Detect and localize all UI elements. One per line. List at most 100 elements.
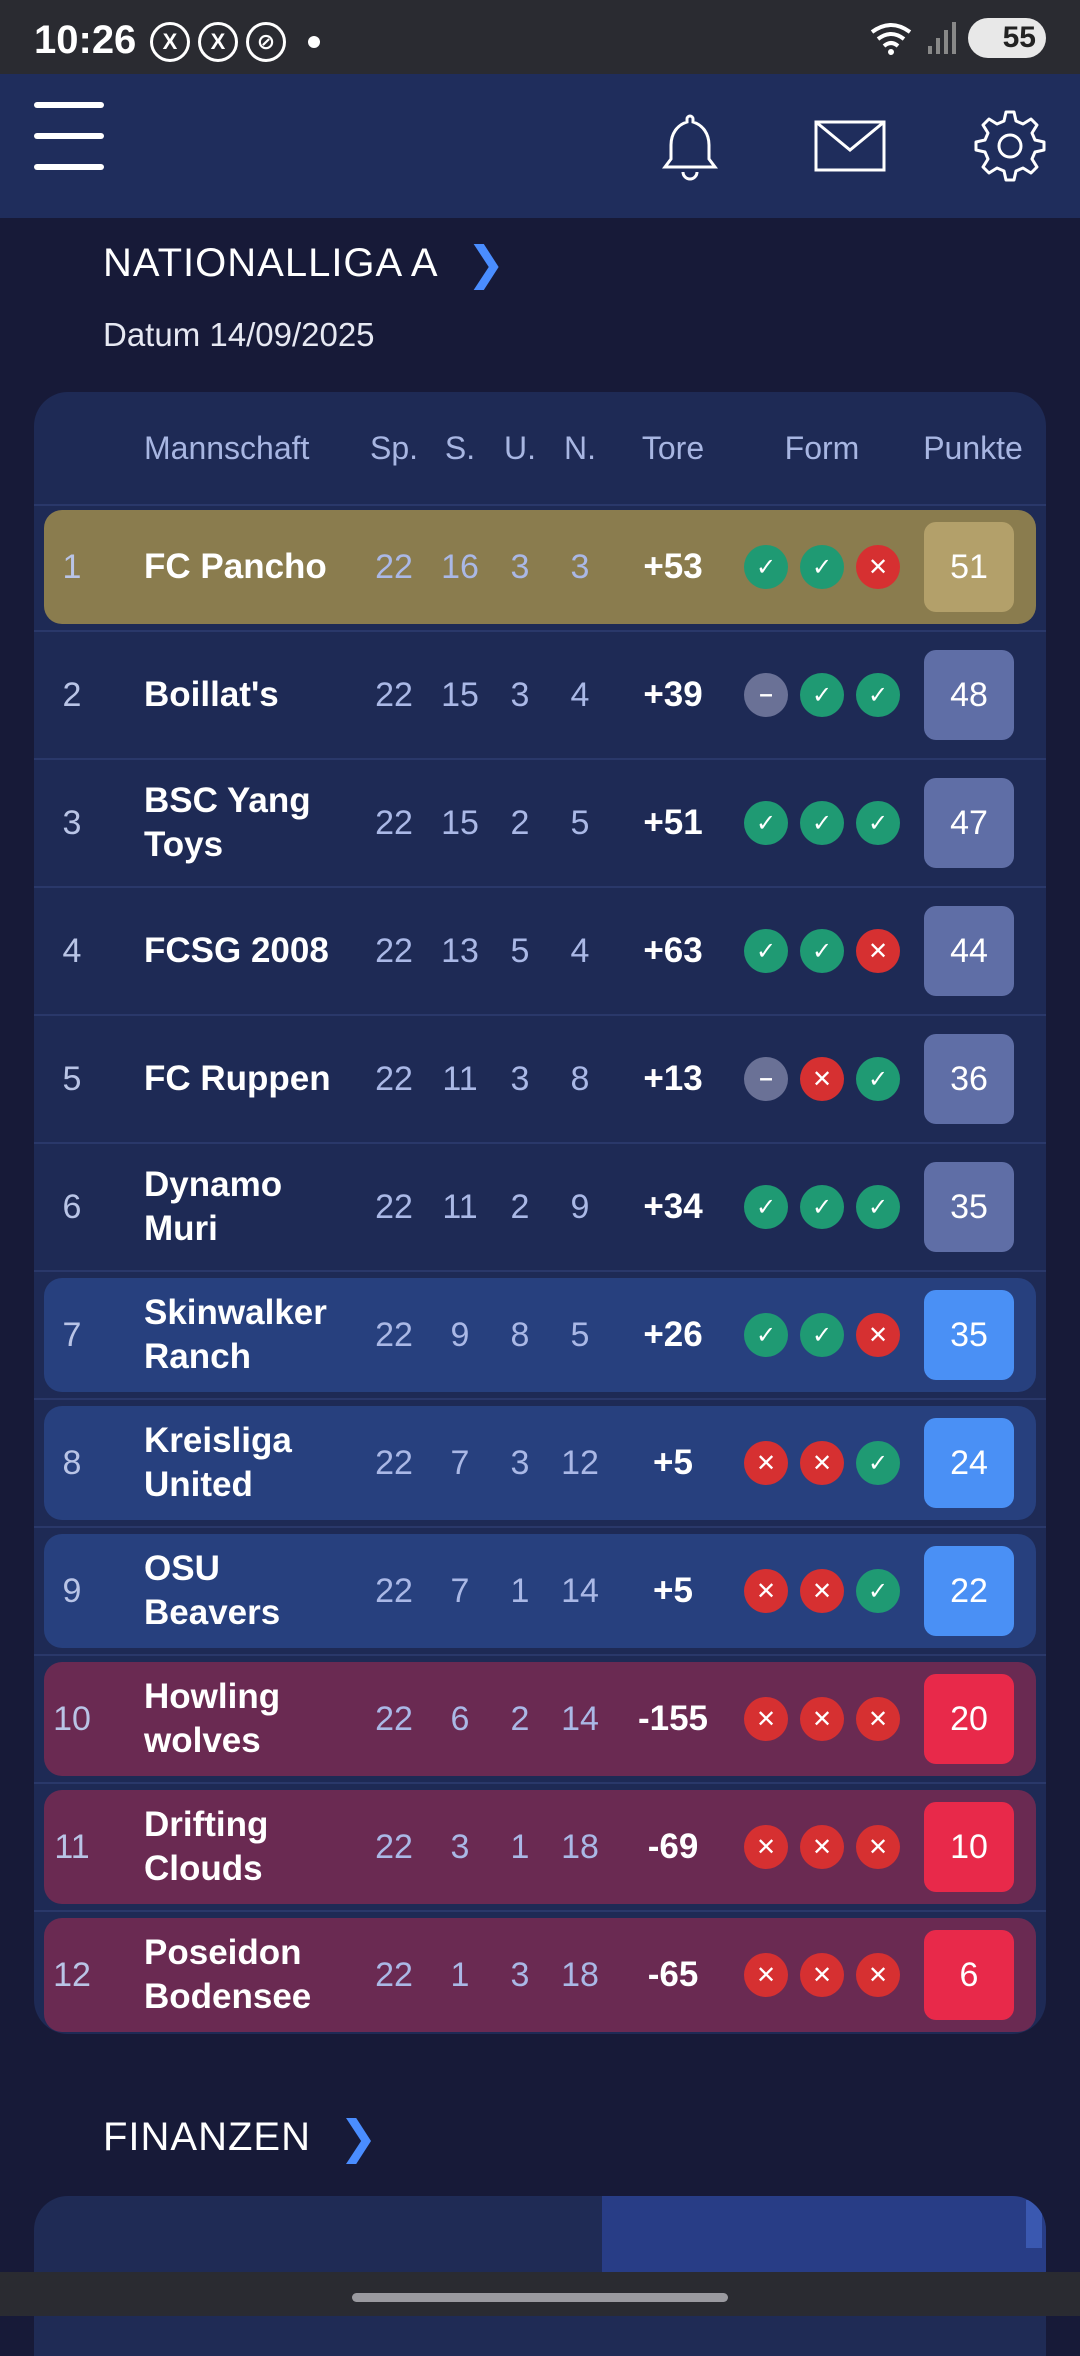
- table-row[interactable]: 7 Skinwalker Ranch 22 9 8 5 +26 ✓ ✓ ✕ 35: [34, 1272, 1046, 1400]
- table-row[interactable]: 10 Howling wolves 22 6 2 14 -155 ✕ ✕ ✕ 20: [34, 1656, 1046, 1784]
- loss-x-icon: ✕: [744, 1697, 788, 1741]
- league-title-link[interactable]: NATIONALLIGA A ❯: [103, 236, 506, 290]
- app-header: [0, 74, 1080, 218]
- games-lost: 9: [570, 1187, 590, 1226]
- games-played: 22: [375, 1315, 413, 1354]
- team-rank: 3: [62, 803, 82, 842]
- loss-x-icon: ✕: [800, 1697, 844, 1741]
- x-app-icon: X: [198, 22, 238, 62]
- form-indicators: ✕ ✕ ✓: [734, 1528, 910, 1654]
- loss-x-icon: ✕: [856, 1697, 900, 1741]
- loss-x-icon: ✕: [856, 1313, 900, 1357]
- games-played: 22: [375, 1827, 413, 1866]
- home-gesture-bar[interactable]: [352, 2293, 728, 2302]
- games-lost: 8: [570, 1059, 590, 1098]
- games-won: 11: [442, 1187, 478, 1226]
- games-drawn: 2: [510, 1187, 530, 1226]
- table-row[interactable]: 5 FC Ruppen 22 11 3 8 +13 – ✕ ✓ 36: [34, 1016, 1046, 1144]
- header-goals: Tore: [641, 430, 705, 466]
- battery-level: 55: [1002, 21, 1036, 54]
- table-row[interactable]: 1 FC Pancho 22 16 3 3 +53 ✓ ✓ ✕ 51: [34, 504, 1046, 632]
- table-row[interactable]: 4 FCSG 2008 22 13 5 4 +63 ✓ ✓ ✕ 44: [34, 888, 1046, 1016]
- muted-shield-icon: ⊘: [246, 22, 286, 62]
- games-drawn: 3: [510, 1059, 530, 1098]
- header-drawn: U.: [504, 430, 536, 466]
- games-lost: 12: [561, 1443, 599, 1482]
- goal-difference: +5: [653, 1571, 693, 1610]
- games-lost: 4: [570, 675, 590, 714]
- table-row[interactable]: 11 Drifting Clouds 22 3 1 18 -69 ✕ ✕ ✕ 10: [34, 1784, 1046, 1912]
- win-check-icon: ✓: [856, 801, 900, 845]
- header-form: Form: [784, 430, 860, 466]
- finances-title-link[interactable]: FINANZEN ❯: [103, 2110, 379, 2164]
- goal-difference: +51: [643, 803, 703, 842]
- hamburger-menu-icon[interactable]: [34, 102, 104, 172]
- notification-icons: X X ⊘: [150, 22, 320, 62]
- team-rank: 7: [62, 1315, 82, 1354]
- loss-x-icon: ✕: [800, 1825, 844, 1869]
- loss-x-icon: ✕: [744, 1953, 788, 1997]
- points-badge: 47: [924, 778, 1014, 868]
- form-indicators: ✓ ✓ ✕: [734, 1272, 910, 1398]
- games-won: 6: [450, 1699, 470, 1738]
- points-badge: 6: [924, 1930, 1014, 2020]
- loss-x-icon: ✕: [856, 1825, 900, 1869]
- team-name: Howling wolves: [144, 1677, 281, 1760]
- team-rank: 8: [62, 1443, 82, 1482]
- games-won: 7: [450, 1571, 470, 1610]
- team-name: Dynamo Muri: [144, 1165, 283, 1248]
- win-check-icon: ✓: [744, 1313, 788, 1357]
- games-lost: 5: [570, 803, 590, 842]
- chevron-right-icon: ❯: [339, 2111, 379, 2163]
- games-played: 22: [375, 803, 413, 842]
- loss-x-icon: ✕: [800, 1441, 844, 1485]
- table-row[interactable]: 6 Dynamo Muri 22 11 2 9 +34 ✓ ✓ ✓ 35: [34, 1144, 1046, 1272]
- mail-icon[interactable]: [810, 106, 890, 186]
- games-drawn: 2: [510, 1699, 530, 1738]
- games-won: 1: [450, 1955, 470, 1994]
- goal-difference: +63: [643, 931, 703, 970]
- gear-icon[interactable]: [970, 106, 1050, 186]
- games-played: 22: [375, 1571, 413, 1610]
- table-row[interactable]: 9 OSU Beavers 22 7 1 14 +5 ✕ ✕ ✓ 22: [34, 1528, 1046, 1656]
- goal-difference: -65: [647, 1955, 699, 1994]
- goal-difference: +34: [643, 1187, 703, 1226]
- table-row[interactable]: 12 Poseidon Bodensee 22 1 3 18 -65 ✕ ✕ ✕ 6: [34, 1912, 1046, 2034]
- points-badge: 48: [924, 650, 1014, 740]
- header-won: S.: [444, 430, 476, 466]
- games-played: 22: [375, 675, 413, 714]
- points-badge: 44: [924, 906, 1014, 996]
- form-indicators: ✕ ✕ ✕: [734, 1912, 910, 2034]
- form-indicators: ✓ ✓ ✓: [734, 760, 910, 886]
- team-name: Kreisliga United: [144, 1421, 292, 1504]
- games-lost: 18: [561, 1827, 599, 1866]
- bell-icon[interactable]: [650, 106, 730, 186]
- form-indicators: – ✕ ✓: [734, 1016, 910, 1142]
- win-check-icon: ✓: [744, 545, 788, 589]
- games-lost: 18: [561, 1955, 599, 1994]
- games-played: 22: [375, 1443, 413, 1482]
- table-header: Mannschaft Sp. S. U. N. Tore Form Punkte: [34, 392, 1046, 506]
- games-won: 3: [450, 1827, 470, 1866]
- win-check-icon: ✓: [800, 1185, 844, 1229]
- league-title: NATIONALLIGA A: [103, 240, 439, 285]
- table-row[interactable]: 2 Boillat's 22 15 3 4 +39– ✓ ✓ 48: [34, 632, 1046, 760]
- status-time: 10:26: [34, 18, 137, 62]
- team-rank: 6: [62, 1187, 82, 1226]
- more-notifications-icon: [308, 36, 320, 48]
- goal-difference: -155: [637, 1699, 709, 1738]
- form-indicators: ✕ ✕ ✕: [734, 1784, 910, 1910]
- table-row[interactable]: 8 Kreisliga United 22 7 3 12 +5 ✕ ✕ ✓ 24: [34, 1400, 1046, 1528]
- table-row[interactable]: 3 BSC Yang Toys 22 15 2 5 +51 ✓ ✓ ✓ 47: [34, 760, 1046, 888]
- win-check-icon: ✓: [800, 1313, 844, 1357]
- games-drawn: 3: [510, 1955, 530, 1994]
- loss-x-icon: ✕: [800, 1953, 844, 1997]
- header-lost: N.: [564, 430, 596, 466]
- form-indicators: ✕ ✕ ✕: [734, 1656, 910, 1782]
- points-badge: 35: [924, 1162, 1014, 1252]
- points-badge: 51: [924, 522, 1014, 612]
- win-check-icon: ✓: [856, 1441, 900, 1485]
- win-check-icon: ✓: [800, 673, 844, 717]
- win-check-icon: ✓: [800, 545, 844, 589]
- games-played: 22: [375, 1187, 413, 1226]
